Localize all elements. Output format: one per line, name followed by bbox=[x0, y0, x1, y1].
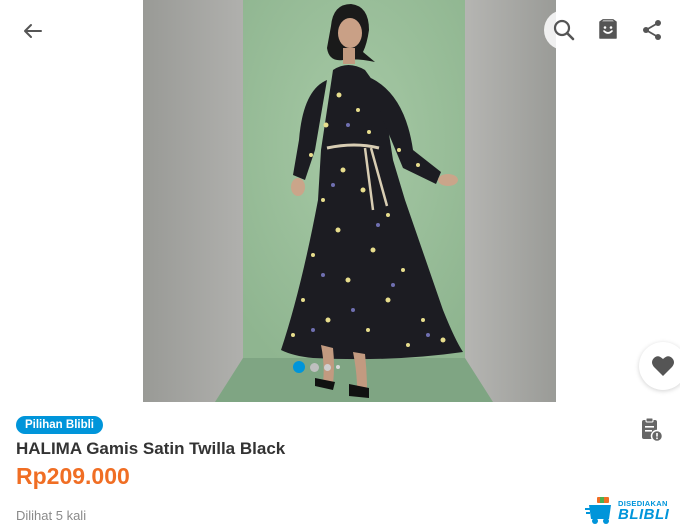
gallery-dot[interactable] bbox=[324, 363, 331, 371]
search-button[interactable] bbox=[544, 10, 584, 50]
top-actions bbox=[544, 10, 672, 50]
delivery-truck-icon bbox=[585, 497, 611, 524]
arrow-left-icon bbox=[24, 24, 42, 38]
search-icon bbox=[553, 19, 575, 41]
wishlist-button[interactable] bbox=[639, 342, 680, 390]
gallery-dot[interactable] bbox=[310, 362, 319, 372]
gallery-pagination bbox=[293, 361, 340, 373]
product-price: Rp209.000 bbox=[16, 463, 130, 489]
gallery-dot[interactable] bbox=[293, 361, 305, 373]
view-count: Dilihat 5 kali bbox=[16, 508, 87, 523]
shopping-bag-icon bbox=[599, 19, 617, 39]
share-button[interactable] bbox=[632, 10, 672, 50]
cart-button[interactable] bbox=[588, 10, 628, 50]
pilihan-blibli-badge: Pilihan Blibli bbox=[16, 416, 104, 434]
clipboard-alert-icon bbox=[642, 417, 664, 443]
heart-icon bbox=[652, 356, 674, 376]
logo-wordmark: BLIBLI bbox=[618, 506, 670, 524]
back-button[interactable] bbox=[18, 18, 48, 44]
compare-button[interactable] bbox=[640, 417, 664, 443]
fulfilled-by-blibli-logo: DISEDIAKAN BLIBLI bbox=[585, 497, 669, 525]
share-icon bbox=[643, 20, 661, 40]
gallery-dot[interactable] bbox=[336, 365, 340, 369]
top-bar bbox=[0, 0, 680, 62]
product-title: HALIMA Gamis Satin Twilla Black bbox=[16, 439, 286, 458]
